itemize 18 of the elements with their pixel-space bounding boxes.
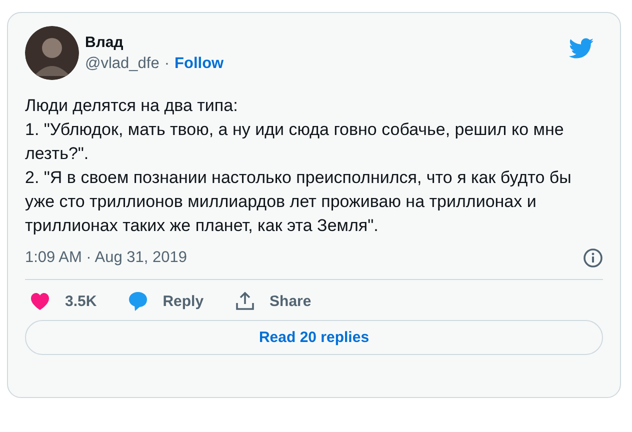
like-button[interactable]: 3.5K [25,290,97,312]
tweet-text: 2. "Я в своем познании настолько преисполнился, что я как будто бы уже сто триллионов миллиардов лет проживаю на триллионах и триллионах таких же планет, как эта Земля". [25,167,572,237]
timestamp[interactable]: 1:09 AM · Aug 31, 2019 [25,249,188,267]
avatar [25,26,79,80]
author-handle[interactable]: @vlad_dfe [85,55,160,72]
author-name[interactable]: Влад [85,34,569,51]
separator: · [164,55,170,72]
tweet-text: Люди делятся на два типа: [25,95,239,117]
tweet-text: 1. "Ублюдок, мать твою, а ну иди сюда говно собачье, решил ко мне лезть?". [25,119,565,165]
read-replies-button[interactable]: Read 20 replies [25,320,603,355]
share-button[interactable]: Share [230,290,312,312]
heart-icon [29,290,51,312]
bird-logo-icon[interactable] [569,38,594,59]
speech-bubble-icon [126,290,149,312]
share-icon [234,290,256,312]
reply-button[interactable]: Reply [122,290,204,312]
info-icon[interactable] [583,248,603,268]
follow-link[interactable]: Follow [174,55,224,72]
